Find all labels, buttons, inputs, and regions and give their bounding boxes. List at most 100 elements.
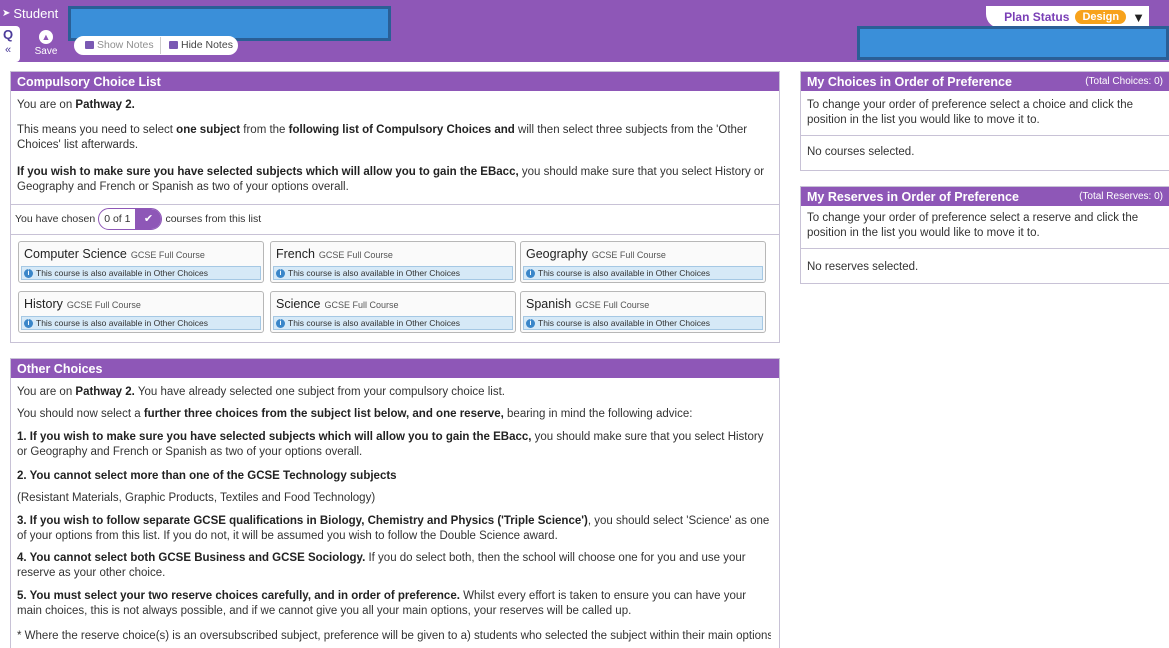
search-tool[interactable]: Q «	[0, 26, 20, 62]
ebacc-text: If you wish to make sure you have select…	[17, 165, 771, 195]
instruction-text: You should now select a further three ch…	[17, 407, 771, 422]
app-title-label: Student	[13, 6, 59, 21]
my-reserves-title: My Reserves in Order of Preference	[807, 189, 1019, 204]
upload-icon: ▲	[39, 30, 53, 44]
course-info: i This course is also available in Other …	[21, 316, 261, 330]
text: You should now select a	[17, 408, 144, 420]
course-info-text: This course is also available in Other C…	[288, 318, 460, 328]
save-button[interactable]: ▲ Save	[30, 30, 62, 60]
course-title: Computer Science	[24, 247, 127, 261]
course-title: History	[24, 297, 63, 311]
note-icon	[169, 41, 178, 49]
text: You are on	[17, 99, 76, 111]
chosen-post-label: courses from this list	[165, 213, 262, 225]
text-bold: further three choices from the subject l…	[143, 408, 504, 420]
chosen-pre-label: You have chosen	[15, 213, 96, 225]
text-bold: one subject	[176, 124, 241, 136]
my-reserves-empty: No reserves selected.	[807, 261, 919, 273]
advice-2-note: (Resistant Materials, Graphic Products, …	[17, 491, 771, 506]
course-card-computer-science[interactable]: Computer Science GCSE Full Course i This c…	[18, 241, 264, 283]
my-choices-panel: My Choices in Order of Preference (Total…	[800, 71, 1169, 171]
course-info-text: This course is also available in Other C…	[36, 318, 208, 328]
top-bar: ➤ Student Q « ▲ Save Show Notes Hide Not…	[0, 0, 1169, 62]
advice-4: 4. You cannot select both GCSE Business …	[17, 551, 771, 581]
advice-1: 1. If you wish to make sure you have sel…	[17, 430, 771, 460]
divider	[11, 204, 779, 205]
text-bold: following list of Compulsory Choices and	[288, 124, 515, 136]
compulsory-panel: Compulsory Choice List You are on Pathwa…	[10, 71, 780, 343]
status-badge: Design	[1075, 10, 1127, 24]
plan-status[interactable]: Plan Status Design ▼	[986, 6, 1149, 28]
text: You have already selected one subject fr…	[134, 386, 505, 398]
course-type: GCSE Full Course	[575, 300, 650, 310]
instruction-text: This means you need to select one subjec…	[17, 123, 771, 153]
course-type: GCSE Full Course	[324, 300, 399, 310]
text: from the	[240, 124, 289, 136]
my-choices-instruction: To change your order of preference selec…	[807, 99, 1134, 126]
my-choices-title: My Choices in Order of Preference	[807, 74, 1012, 89]
compulsory-header: Compulsory Choice List	[11, 72, 779, 91]
hide-notes-button[interactable]: Hide Notes	[169, 39, 233, 51]
my-choices-empty: No courses selected.	[807, 146, 915, 158]
chevron-down-icon: ▼	[1132, 9, 1145, 25]
my-reserves-panel: My Reserves in Order of Preference (Tota…	[800, 186, 1169, 284]
course-name: Geography GCSE Full Course	[526, 247, 666, 261]
course-type: GCSE Full Course	[130, 250, 205, 260]
text: * Where the reserve choice(s) is an over…	[17, 630, 771, 642]
pathway-text: You are on Pathway 2. You have already s…	[17, 385, 771, 400]
course-card-science[interactable]: Science GCSE Full Course i This course is …	[270, 291, 516, 333]
course-card-history[interactable]: History GCSE Full Course i This course is …	[18, 291, 264, 333]
notes-divider	[160, 37, 161, 54]
hide-notes-label: Hide Notes	[181, 39, 233, 51]
app-title[interactable]: ➤ Student	[2, 6, 58, 21]
course-info-text: This course is also available in Other C…	[538, 268, 710, 278]
course-type: GCSE Full Course	[318, 250, 393, 260]
text-bold: Pathway 2.	[75, 386, 135, 398]
course-info-text: This course is also available in Other C…	[538, 318, 710, 328]
info-icon: i	[526, 268, 535, 278]
course-name: Spanish GCSE Full Course	[526, 297, 649, 311]
info-icon: i	[276, 268, 285, 278]
text: This means you need to select	[17, 124, 177, 136]
course-info: i This course is also available in Other …	[523, 316, 763, 330]
advice-3: 3. If you wish to follow separate GCSE q…	[17, 514, 771, 544]
course-info: i This course is also available in Other …	[523, 266, 763, 280]
divider	[11, 234, 779, 235]
save-label: Save	[34, 46, 58, 57]
text-bold: 4. You cannot select both GCSE Business …	[17, 552, 366, 564]
back-arrow-icon: ➤	[2, 8, 11, 19]
advice-5: 5. You must select your two reserve choi…	[17, 589, 771, 619]
plan-status-label: Plan Status	[1004, 10, 1070, 24]
text-bold: 2. You cannot select more than one of th…	[17, 470, 397, 482]
info-icon: i	[526, 318, 535, 328]
course-card-french[interactable]: French GCSE Full Course i This course is a…	[270, 241, 516, 283]
course-type: GCSE Full Course	[66, 300, 141, 310]
chosen-counter[interactable]: 0 of 1 ✔	[98, 208, 163, 230]
course-card-spanish[interactable]: Spanish GCSE Full Course i This course is …	[520, 291, 766, 333]
text-bold: If you wish to make sure you have select…	[17, 166, 519, 178]
show-notes-label: Show Notes	[97, 39, 154, 51]
text: You are on	[17, 386, 76, 398]
chosen-count: 0 of 1	[104, 213, 131, 225]
course-name: Computer Science GCSE Full Course	[24, 247, 205, 261]
course-title: French	[276, 247, 315, 261]
course-info-text: This course is also available in Other C…	[288, 268, 460, 278]
chosen-counter-row: You have chosen 0 of 1 ✔ courses from th…	[15, 208, 261, 230]
show-notes-button[interactable]: Show Notes	[85, 39, 154, 51]
my-choices-header: My Choices in Order of Preference (Total…	[801, 72, 1169, 91]
check-icon: ✔	[135, 209, 162, 229]
info-icon: i	[276, 318, 285, 328]
course-type: GCSE Full Course	[591, 250, 666, 260]
redacted-user	[857, 26, 1169, 60]
note-icon	[85, 41, 94, 49]
text: bearing in mind the following advice:	[503, 408, 693, 420]
course-info-text: This course is also available in Other C…	[36, 268, 208, 278]
course-card-geography[interactable]: Geography GCSE Full Course i This course i…	[520, 241, 766, 283]
course-title: Science	[276, 297, 321, 311]
course-info: i This course is also available in Other …	[273, 266, 513, 280]
text-bold: Pathway 2.	[75, 99, 135, 111]
divider	[801, 135, 1169, 136]
text-bold: 3. If you wish to follow separate GCSE q…	[17, 515, 588, 527]
text: (Resistant Materials, Graphic Products, …	[17, 492, 376, 504]
text-bold: 5. You must select your two reserve choi…	[17, 590, 460, 602]
